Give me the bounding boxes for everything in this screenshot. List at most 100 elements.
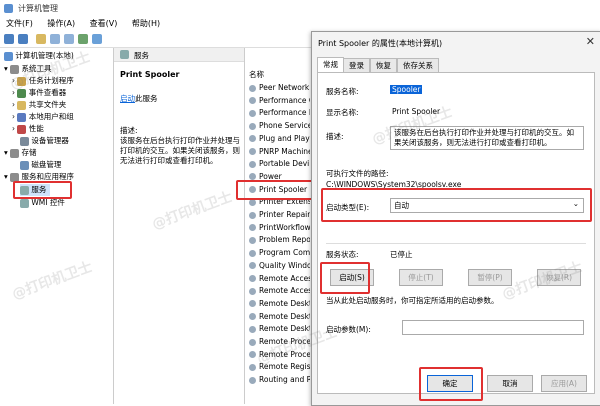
tree-label: 本地用户和组: [28, 112, 74, 121]
tree-label: 任务计划程序: [28, 76, 74, 85]
divider: [326, 243, 586, 244]
tree-item-root[interactable]: 计算机管理(本地): [4, 50, 74, 62]
list-item[interactable]: Printer Repair: [249, 209, 310, 222]
service-list: 名称 Peer Network Performance C Performanc…: [245, 48, 310, 404]
tree-item-storage[interactable]: ▾ 存储: [4, 147, 37, 159]
computer-icon: [4, 51, 13, 61]
list-item[interactable]: Program Com: [249, 247, 310, 260]
list-item[interactable]: Routing and R: [249, 374, 310, 387]
tab-recovery[interactable]: 恢复: [370, 58, 397, 72]
list-item[interactable]: PNRP Machine: [249, 146, 310, 159]
tree-label: WMI 控件: [31, 198, 65, 207]
show-tree-icon[interactable]: [50, 34, 60, 44]
start-params-label: 启动参数(M):: [326, 325, 371, 334]
menu-bar: 文件(F) 操作(A) 查看(V) 帮助(H): [0, 17, 320, 31]
shared-folder-icon: [17, 100, 27, 110]
list-item[interactable]: Phone Service: [249, 120, 310, 133]
highlight-ok-button: [419, 367, 483, 401]
list-item[interactable]: Remote Acces: [249, 285, 310, 298]
tree-item-disk-management[interactable]: 磁盘管理: [20, 159, 61, 171]
tree-item-device-manager[interactable]: 设备管理器: [20, 135, 69, 147]
tree-label: 事件查看器: [28, 88, 67, 97]
forward-icon[interactable]: [18, 34, 28, 44]
menu-view[interactable]: 查看(V): [90, 19, 118, 28]
device-manager-icon: [20, 136, 29, 146]
cancel-button[interactable]: 取消: [487, 375, 533, 392]
menu-help[interactable]: 帮助(H): [132, 19, 160, 28]
export-icon[interactable]: [78, 34, 88, 44]
close-icon[interactable]: ✕: [586, 35, 595, 48]
list-item[interactable]: Remote Deskt: [249, 323, 310, 336]
list-item[interactable]: Performance C: [249, 95, 310, 108]
tree-label: 共享文件夹: [28, 100, 67, 109]
list-item[interactable]: Remote Proce: [249, 336, 310, 349]
service-description: 该服务在后台执行打印作业并处理与打印机的交互。如果关闭该服务，则无法进行打印或查…: [120, 136, 240, 165]
help-icon[interactable]: [92, 34, 102, 44]
clock-icon: [17, 76, 27, 86]
main-titlebar: 计算机管理: [0, 0, 600, 17]
list-item[interactable]: Peer Network: [249, 82, 309, 95]
back-icon[interactable]: [4, 34, 14, 44]
tree-label: 系统工具: [21, 64, 52, 73]
computer-management-icon: [4, 4, 13, 13]
service-name-label: 服务名称:: [326, 87, 359, 96]
start-service-link[interactable]: 启动: [120, 94, 135, 103]
highlight-startup-type: [321, 188, 592, 222]
list-item[interactable]: Remote Deskt: [249, 298, 310, 311]
tab-logon[interactable]: 登录: [343, 58, 370, 72]
pane-header: 服务: [114, 48, 244, 62]
tools-icon: [10, 64, 20, 74]
resume-button[interactable]: 恢复(R): [537, 269, 581, 286]
tree-label: 磁盘管理: [31, 160, 62, 169]
menu-file[interactable]: 文件(F): [6, 19, 33, 28]
stop-button[interactable]: 停止(T): [399, 269, 443, 286]
display-name-value: Print Spooler: [392, 107, 441, 116]
menu-action[interactable]: 操作(A): [47, 19, 75, 28]
users-icon: [17, 112, 27, 122]
event-viewer-icon: [17, 88, 27, 98]
highlight-start-button: [320, 262, 370, 294]
list-item[interactable]: PrintWorkflow: [249, 222, 310, 235]
list-item[interactable]: Remote Deskt: [249, 311, 310, 324]
service-status-label: 服务状态:: [326, 250, 359, 259]
disk-icon: [20, 160, 29, 170]
list-item[interactable]: Plug and Play: [249, 133, 310, 146]
console-tree: 计算机管理(本地) ▾ 系统工具 › 任务计划程序 › 事件查看器 › 共享文件…: [0, 48, 114, 404]
folder-up-icon[interactable]: [36, 34, 46, 44]
tab-dependencies[interactable]: 依存关系: [397, 58, 439, 72]
toolbar: [0, 31, 320, 48]
description-label: 描述:: [326, 132, 344, 141]
start-link-suffix: 此服务: [135, 94, 158, 103]
list-item[interactable]: Remote Proce: [249, 349, 310, 362]
display-name-label: 显示名称:: [326, 108, 359, 117]
tree-label: 计算机管理(本地): [15, 51, 74, 60]
start-params-input[interactable]: [402, 320, 584, 335]
tree-item-system-tools[interactable]: ▾ 系统工具: [4, 63, 52, 75]
list-item[interactable]: Problem Repor: [249, 234, 310, 247]
list-item[interactable]: Quality Windo: [249, 260, 310, 273]
service-name-value[interactable]: Spooler: [390, 85, 423, 94]
column-header-name[interactable]: 名称: [249, 69, 264, 80]
highlight-print-spooler: [236, 180, 316, 200]
pause-button[interactable]: 暂停(P): [468, 269, 512, 286]
tree-item-task-scheduler[interactable]: › 任务计划程序: [12, 75, 74, 87]
window-title: 计算机管理: [18, 4, 58, 13]
tree-item-shared-folders[interactable]: › 共享文件夹: [12, 99, 66, 111]
tree-label: 性能: [28, 124, 44, 133]
list-item[interactable]: Remote Acces: [249, 273, 310, 286]
exe-path-label: 可执行文件的路径:: [326, 169, 389, 178]
performance-icon: [17, 124, 27, 134]
tree-item-event-viewer[interactable]: › 事件查看器: [12, 87, 66, 99]
description-field[interactable]: 该服务在后台执行打印作业并处理与打印机的交互。如果关闭该服务，则无法进行打印或查…: [390, 126, 584, 150]
service-detail-pane: 服务 Print Spooler 启动此服务 描述: 该服务在后台执行打印作业并…: [114, 48, 245, 404]
storage-icon: [10, 148, 20, 158]
tree-label: 存储: [21, 148, 37, 157]
refresh-icon[interactable]: [64, 34, 74, 44]
list-item[interactable]: Performance L: [249, 107, 310, 120]
tree-item-local-users[interactable]: › 本地用户和组: [12, 111, 74, 123]
tree-item-performance[interactable]: › 性能: [12, 123, 44, 135]
list-item[interactable]: Portable Devi: [249, 158, 309, 171]
tab-general[interactable]: 常规: [317, 57, 344, 73]
apply-button[interactable]: 应用(A): [541, 375, 587, 392]
list-item[interactable]: Remote Regis: [249, 361, 310, 374]
